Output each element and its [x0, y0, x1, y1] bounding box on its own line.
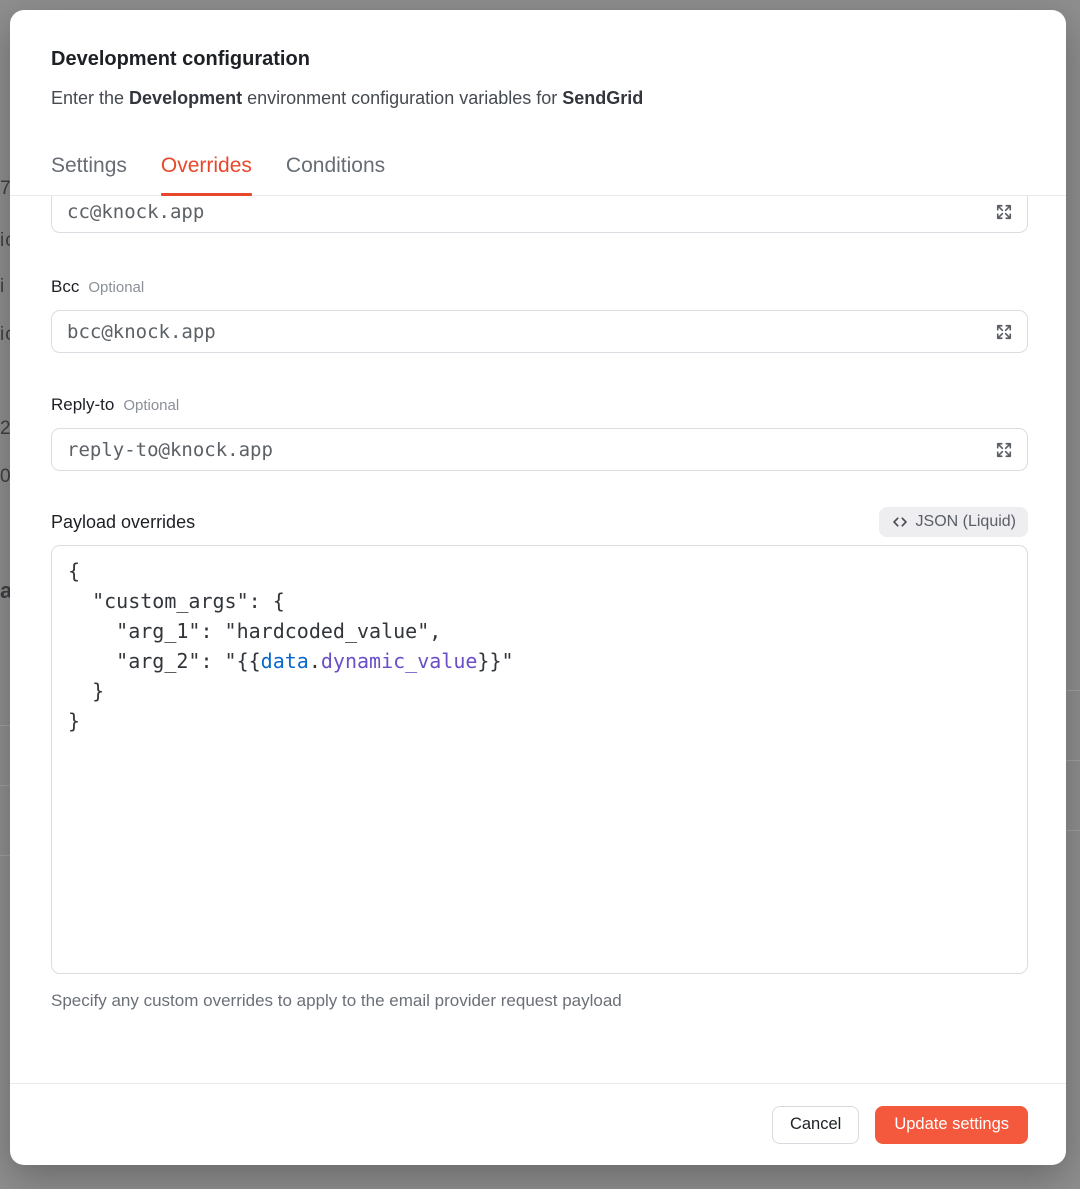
backdrop-row-line: [0, 855, 10, 856]
reply-to-label: Reply-to Optional: [51, 395, 1028, 415]
expand-icon: [994, 202, 1014, 222]
backdrop-row-line: [1065, 760, 1080, 761]
backdrop-row-line: [0, 785, 10, 786]
optional-hint: Optional: [123, 397, 179, 414]
backdrop-row-line: [1065, 830, 1080, 831]
dialog-tabs: Settings Overrides Conditions: [10, 154, 1066, 196]
backdrop-text-fragment: 2: [0, 418, 10, 440]
code-icon: [891, 513, 909, 531]
backdrop-row-line: [1065, 690, 1080, 691]
expand-icon: [994, 440, 1014, 460]
dialog-header: Development configuration Enter the Deve…: [10, 10, 1066, 110]
language-badge-label: JSON (Liquid): [916, 513, 1016, 531]
cc-input-box: [51, 196, 1028, 233]
cancel-button[interactable]: Cancel: [772, 1106, 859, 1144]
dialog-title: Development configuration: [51, 46, 1028, 72]
overrides-tab-panel: Bcc Optional Reply-to Optional: [10, 196, 1066, 1083]
bcc-input-box: [51, 310, 1028, 353]
expand-cc-button[interactable]: [993, 201, 1015, 223]
expand-bcc-button[interactable]: [993, 321, 1015, 343]
dimmed-page-left-edge: 7 ic i ic 2 0 a: [0, 0, 10, 1189]
cc-field-clipped: [51, 196, 1028, 233]
payload-overrides-header: Payload overrides JSON (Liquid): [51, 507, 1028, 537]
dialog-subtitle: Enter the Development environment config…: [51, 86, 1028, 110]
dialog-footer: Cancel Update settings: [10, 1083, 1066, 1165]
code-line: }: [68, 706, 1011, 736]
update-settings-button[interactable]: Update settings: [875, 1106, 1028, 1144]
code-line: }: [68, 676, 1011, 706]
backdrop-text-fragment: 0: [0, 466, 10, 488]
bcc-label: Bcc Optional: [51, 277, 1028, 297]
backdrop-text-fragment: ic: [0, 230, 10, 252]
code-line: "arg_1": "hardcoded_value",: [68, 616, 1011, 646]
payload-overrides-label: Payload overrides: [51, 512, 195, 533]
environment-name: Development: [129, 88, 242, 108]
optional-hint: Optional: [88, 279, 144, 296]
payload-overrides-editor[interactable]: { "custom_args": { "arg_1": "hardcoded_v…: [51, 545, 1028, 974]
backdrop-text-fragment: a: [0, 578, 10, 604]
backdrop-row-line: [0, 725, 10, 726]
tab-overrides[interactable]: Overrides: [161, 154, 252, 195]
cc-input[interactable]: [52, 196, 1027, 232]
code-line: "arg_2": "{{data.dynamic_value}}": [68, 646, 1011, 676]
reply-to-input-box: [51, 428, 1028, 471]
provider-name: SendGrid: [562, 88, 643, 108]
backdrop-text-fragment: ic: [0, 324, 10, 346]
code-line: "custom_args": {: [68, 586, 1011, 616]
development-configuration-dialog: Development configuration Enter the Deve…: [10, 10, 1066, 1165]
tab-conditions[interactable]: Conditions: [286, 154, 385, 195]
expand-icon: [994, 322, 1014, 342]
backdrop-text-fragment: 7: [0, 178, 10, 200]
backdrop-text-fragment: i: [0, 276, 5, 298]
payload-helper-text: Specify any custom overrides to apply to…: [51, 990, 1028, 1012]
json-liquid-badge: JSON (Liquid): [879, 507, 1028, 537]
tab-settings[interactable]: Settings: [51, 154, 127, 195]
reply-to-input[interactable]: [52, 429, 1027, 470]
code-line: {: [68, 556, 1011, 586]
expand-reply-to-button[interactable]: [993, 439, 1015, 461]
bcc-input[interactable]: [52, 311, 1027, 352]
